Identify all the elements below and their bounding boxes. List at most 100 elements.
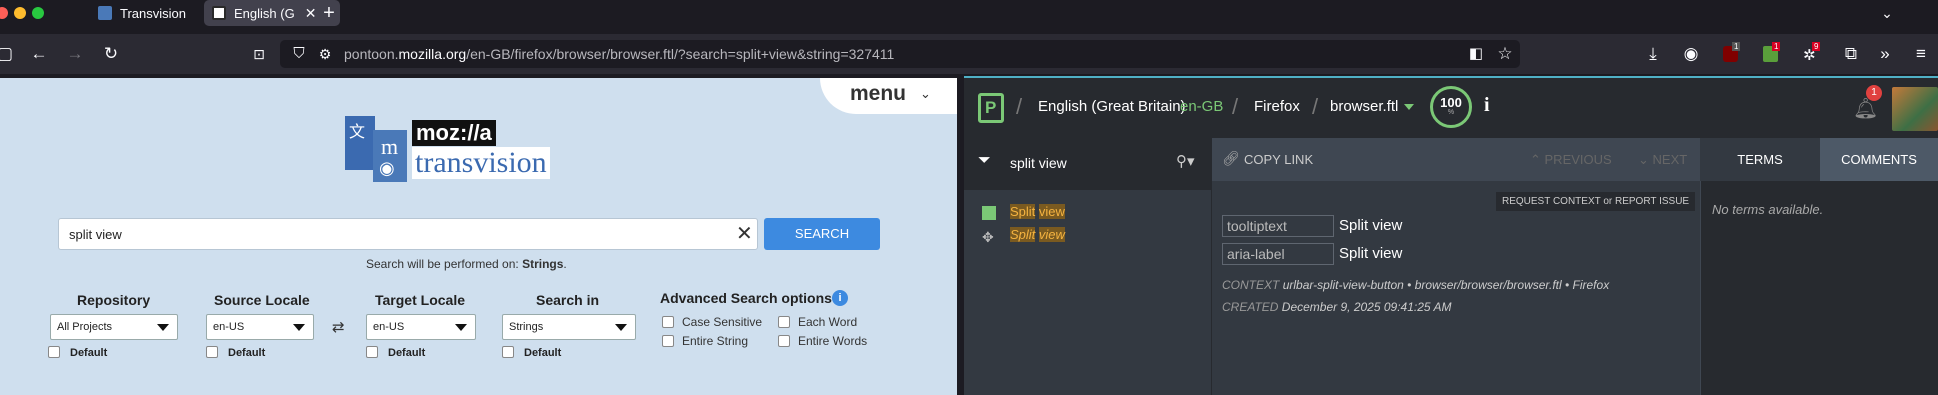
extension-bug-icon[interactable]: ✲ 9 <box>1800 42 1822 64</box>
target-default-checkbox[interactable] <box>366 346 378 358</box>
breadcrumb-separator: / <box>1016 94 1023 119</box>
maximize-window-button[interactable] <box>32 7 44 19</box>
info-icon[interactable]: i <box>832 290 848 306</box>
project-name[interactable]: Firefox <box>1254 98 1300 115</box>
copy-link-button[interactable]: COPY LINK <box>1244 152 1313 167</box>
resource-name[interactable]: browser.ftl <box>1330 98 1398 115</box>
menu-label[interactable]: menu <box>850 82 906 106</box>
tab-transvision[interactable]: Transvision <box>88 0 200 26</box>
repository-title: Repository <box>77 292 151 308</box>
search-input[interactable]: split view <box>1010 155 1067 171</box>
case-sensitive-checkbox[interactable] <box>662 316 674 328</box>
expand-icon[interactable]: ✥ <box>982 229 994 246</box>
search-in-select[interactable]: Strings <box>502 314 636 340</box>
breadcrumb-separator: / <box>1232 94 1239 119</box>
reload-icon[interactable]: ↻ <box>100 44 122 64</box>
progress-chart[interactable]: 100 % <box>1430 86 1472 128</box>
search-area <box>964 138 1211 190</box>
account-icon[interactable]: ◉ <box>1680 44 1702 64</box>
reader-view-icon[interactable]: ◧ <box>1465 44 1487 64</box>
swap-locales-icon[interactable]: ⇄ <box>332 318 345 336</box>
link-icon[interactable]: 🔗︎ <box>1222 150 1240 167</box>
created-meta: CREATED December 9, 2025 09:41:25 AM <box>1222 300 1452 314</box>
target-locale-select[interactable]: en-US <box>366 314 476 340</box>
tab-bar: Transvision English (G ✕ + ⌄ <box>0 0 1938 26</box>
dropdown-caret-icon <box>615 324 627 331</box>
list-all-tabs-icon[interactable]: ⌄ <box>1876 3 1898 23</box>
next-button[interactable]: ⌄ NEXT <box>1638 152 1687 168</box>
repository-select[interactable]: All Projects <box>50 314 178 340</box>
source-default-checkbox[interactable] <box>206 346 218 358</box>
downloads-icon[interactable]: ⤓ <box>1642 44 1664 64</box>
close-tab-icon[interactable]: ✕ <box>305 5 317 22</box>
bookmark-star-icon[interactable]: ☆ <box>1494 44 1516 64</box>
attribute-key: tooltiptext <box>1222 215 1334 237</box>
source-locale-select[interactable]: en-US <box>206 314 314 340</box>
extensions-puzzle-icon[interactable]: ⧉ <box>1840 44 1862 64</box>
locale-name[interactable]: English (Great Britain) <box>1038 98 1186 115</box>
search-hint: Search will be performed on: Strings. <box>366 257 567 271</box>
checkbox-label: Case Sensitive <box>682 315 763 329</box>
search-button[interactable]: SEARCH <box>764 218 880 250</box>
dropdown-caret-icon <box>455 324 467 331</box>
attribute-value: Split view <box>1339 217 1403 234</box>
string-item-1[interactable]: Split view <box>1010 204 1065 219</box>
new-tab-icon[interactable]: + <box>318 3 340 23</box>
resource-dropdown-icon[interactable] <box>1404 104 1414 110</box>
avatar[interactable] <box>1892 87 1938 131</box>
notification-count-badge: 1 <box>1866 85 1882 101</box>
transvision-logo-text: transvision <box>412 147 550 179</box>
transvision-logo-icon: 文 m ◉ <box>345 116 407 182</box>
dropdown-caret-icon <box>293 324 305 331</box>
no-terms-message: No terms available. <box>1712 202 1824 217</box>
tab-terms[interactable]: TERMS <box>1700 138 1820 181</box>
extension-pontoon-icon[interactable]: 1 <box>1760 42 1782 64</box>
search-in-default-checkbox[interactable] <box>502 346 514 358</box>
translated-status-icon <box>982 206 996 220</box>
close-window-button[interactable] <box>0 7 8 19</box>
clear-search-icon[interactable]: ✕ <box>736 221 753 246</box>
info-icon[interactable]: i <box>1484 94 1490 117</box>
tab-label: English (G <box>234 5 295 21</box>
extension-ublock-icon[interactable]: 1 <box>1720 42 1742 64</box>
attribute-value: Split view <box>1339 245 1403 262</box>
checkbox-label: Entire String <box>682 334 749 348</box>
url-text[interactable]: pontoon.mozilla.org/en-GB/firefox/browse… <box>344 46 894 62</box>
shield-icon[interactable]: ⛉ <box>288 44 310 64</box>
site-info-icon[interactable]: ⚙ <box>314 44 336 64</box>
repository-default-checkbox[interactable] <box>48 346 60 358</box>
extension-badge: 9 <box>1812 42 1821 51</box>
previous-button[interactable]: ⌃ PREVIOUS <box>1530 152 1612 168</box>
sidebar-icon[interactable]: ▢ <box>0 44 16 64</box>
chevron-down-icon: ⌄ <box>920 86 931 101</box>
checkbox-label: Default <box>228 347 266 359</box>
dropdown-caret-icon <box>157 324 169 331</box>
tab-manager-icon[interactable]: ⊡ <box>248 44 270 64</box>
app-menu-icon[interactable]: ≡ <box>1910 44 1932 64</box>
split-view-divider[interactable] <box>957 74 964 395</box>
pontoon-favicon-icon <box>212 6 226 20</box>
extension-badge: 1 <box>1732 42 1741 51</box>
overflow-menu-icon[interactable]: » <box>1874 44 1896 64</box>
pontoon-logo-icon[interactable]: P <box>978 93 1004 123</box>
tab-comments[interactable]: COMMENTS <box>1820 138 1938 181</box>
progress-value: 100 <box>1440 95 1462 110</box>
minimize-window-button[interactable] <box>14 7 26 19</box>
search-in-title: Search in <box>536 292 600 308</box>
locale-code[interactable]: en-GB <box>1180 98 1223 115</box>
each-word-checkbox[interactable] <box>778 316 790 328</box>
advanced-search-title: Advanced Search options <box>660 290 832 306</box>
string-item-2[interactable]: Split view <box>1010 227 1065 242</box>
entire-string-checkbox[interactable] <box>662 335 674 347</box>
attribute-key: aria-label <box>1222 243 1334 265</box>
request-context-button[interactable]: REQUEST CONTEXT or REPORT ISSUE <box>1496 192 1696 211</box>
checkbox-label: Default <box>70 347 108 359</box>
forward-icon[interactable]: → <box>64 44 86 64</box>
search-input[interactable] <box>58 218 758 250</box>
checkbox-label: Entire Words <box>798 334 868 348</box>
entire-words-checkbox[interactable] <box>778 335 790 347</box>
split-view-active-indicator <box>964 76 1938 78</box>
search-options-icon[interactable]: ⚲▾ <box>1176 152 1195 170</box>
back-icon[interactable]: ← <box>28 44 50 64</box>
filter-icon[interactable]: ⏷ <box>978 152 991 170</box>
